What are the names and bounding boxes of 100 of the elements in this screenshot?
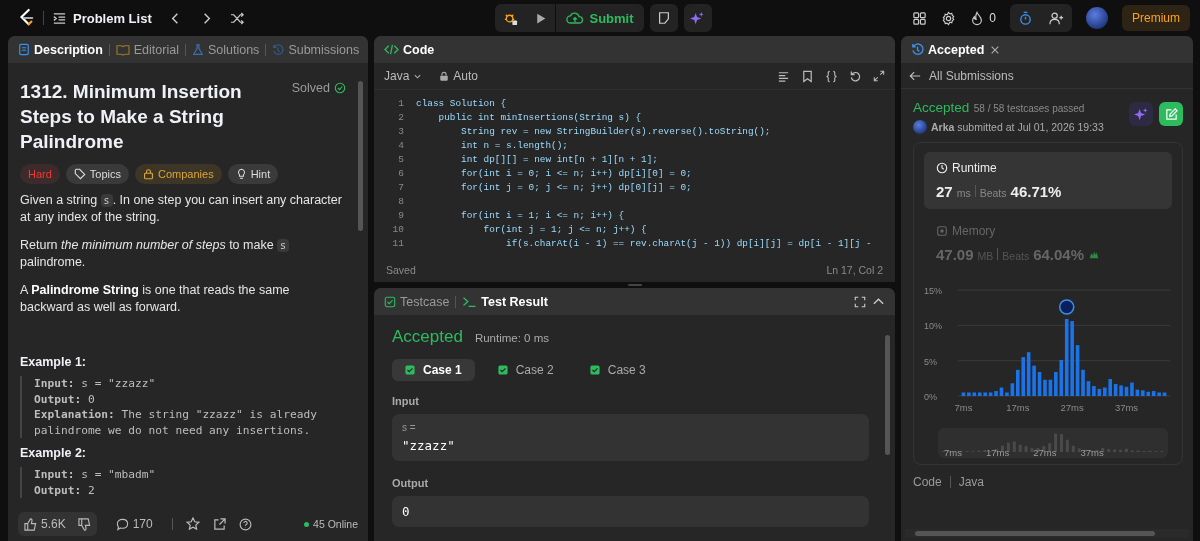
panel-tab[interactable]: Solutions: [191, 42, 260, 57]
comments-button[interactable]: 170: [109, 517, 159, 531]
shuffle-icon[interactable]: [229, 10, 245, 26]
panel-tab[interactable]: Testcase: [384, 294, 450, 309]
histogram-bar[interactable]: [1026, 352, 1031, 396]
field-label: Input: [392, 395, 420, 407]
sparkle-icon: [1133, 106, 1149, 122]
histogram-bar[interactable]: [1086, 381, 1091, 396]
code-line: String rev = new StringBuilder(s).reverse().toString();: [460, 125, 772, 139]
histogram-bar[interactable]: [1075, 345, 1080, 396]
histogram-bar[interactable]: [1097, 388, 1102, 396]
histogram-bar[interactable]: [1059, 359, 1064, 396]
language-dropdown[interactable]: Java: [384, 69, 423, 83]
all-submissions-link[interactable]: All Submissions: [901, 63, 1193, 89]
histogram-bar[interactable]: [1113, 384, 1118, 396]
scrollbar[interactable]: [905, 529, 1189, 538]
histogram-bar[interactable]: [1130, 382, 1134, 396]
histogram-bar[interactable]: [1037, 371, 1042, 396]
beats-label: Beats: [979, 187, 1007, 199]
histogram-bar[interactable]: [1021, 357, 1026, 396]
premium-button[interactable]: Premium: [1122, 5, 1190, 31]
help-icon[interactable]: [238, 517, 252, 531]
case-tab[interactable]: Case 1: [392, 359, 475, 381]
fullscreen-icon[interactable]: [854, 295, 866, 308]
online-count: 45 Online: [304, 518, 358, 530]
histogram-bar[interactable]: [988, 392, 993, 396]
result-status: Accepted: [392, 327, 463, 347]
histogram-bar[interactable]: [1119, 385, 1123, 396]
close-icon[interactable]: [990, 44, 1001, 55]
histogram-bar[interactable]: [1043, 379, 1047, 396]
tag-chip[interactable]: Hard: [20, 164, 60, 184]
expand-icon[interactable]: [873, 70, 885, 82]
beats-percent: 46.71%: [1010, 183, 1062, 200]
variable-name: s =: [402, 422, 417, 433]
layout-icon[interactable]: [912, 10, 928, 26]
solved-status: Solved: [291, 81, 330, 95]
line-number: 11: [391, 237, 404, 251]
code-icon: [384, 43, 399, 56]
tag-chip[interactable]: Hint: [227, 164, 279, 184]
histogram-bar[interactable]: [983, 392, 987, 396]
flame-icon[interactable]: [970, 10, 985, 26]
bookmark-icon[interactable]: [801, 69, 814, 83]
histogram-bar[interactable]: [967, 392, 971, 396]
histogram-bar[interactable]: [1162, 392, 1167, 396]
note-button[interactable]: [649, 4, 678, 32]
histogram-bar[interactable]: [1151, 391, 1156, 396]
code-line: for(int i = 1; i <= n; i++) {: [460, 209, 626, 223]
braces-icon[interactable]: [825, 69, 838, 83]
tag-chip[interactable]: Companies: [135, 164, 222, 184]
sparkle-button[interactable]: [683, 4, 712, 32]
output-value: 0: [402, 504, 411, 519]
histogram-bar[interactable]: [1064, 318, 1069, 396]
example-line: Explanation: The string "zzazz" is already palindrome we do not need any insertions.: [34, 407, 318, 438]
panel-tab[interactable]: Test Result: [462, 294, 548, 309]
share-icon[interactable]: [212, 517, 226, 531]
histogram-bar[interactable]: [1102, 387, 1107, 396]
code-line: if(s.charAt(i - 1) == rev.charAt(j - 1)) dp[i][j] = dp[i - 1][j -: [505, 237, 872, 251]
histogram-bar[interactable]: [961, 392, 966, 396]
panel-tab[interactable]: Submissions: [272, 42, 360, 57]
beats-percent: 64.04%: [1033, 246, 1085, 263]
histogram-bar[interactable]: [1157, 392, 1161, 396]
document-icon: [18, 43, 30, 56]
auto-mode[interactable]: Auto: [439, 69, 479, 83]
sparkle-button[interactable]: [1129, 102, 1153, 126]
star-icon[interactable]: [185, 517, 200, 531]
settings-icon[interactable]: [941, 10, 957, 26]
format-icon[interactable]: [777, 69, 790, 83]
list-icon[interactable]: [52, 10, 67, 26]
histogram-bar[interactable]: [1081, 369, 1085, 396]
histogram-bar[interactable]: [972, 392, 977, 396]
histogram-bar[interactable]: [1124, 386, 1129, 396]
thumbs-down-icon: [77, 517, 91, 531]
avatar: [913, 120, 927, 134]
x-tick-label: 37ms: [1114, 402, 1139, 413]
y-tick-label: 0%: [924, 392, 937, 402]
check-icon: [405, 365, 415, 375]
y-tick-label: 5%: [924, 356, 937, 367]
case-tab[interactable]: Case 3: [576, 359, 659, 381]
histogram-bar[interactable]: [1016, 369, 1020, 396]
line-number: 1: [397, 97, 404, 111]
histogram-bar[interactable]: [1054, 371, 1058, 396]
histogram-bar[interactable]: [1141, 390, 1145, 396]
tag-chip[interactable]: Topics: [65, 164, 130, 184]
range-navigator[interactable]: 7ms 17ms 27ms 37ms: [938, 428, 1168, 458]
case-tab[interactable]: Case 2: [484, 359, 567, 381]
histogram-bar[interactable]: [977, 392, 982, 396]
reset-icon[interactable]: [849, 69, 862, 83]
histogram-bar[interactable]: [1135, 389, 1140, 396]
panel-tab[interactable]: Description: [18, 42, 103, 57]
problem-list-link[interactable]: Problem List: [73, 10, 152, 26]
histogram-bar[interactable]: [1146, 391, 1151, 396]
submission-status: Accepted: [913, 100, 970, 115]
histogram-bar[interactable]: [1048, 379, 1053, 396]
metric-card[interactable]: Runtime 27 ms Beats 46.71%: [924, 152, 1172, 209]
histogram-bar[interactable]: [1005, 392, 1009, 396]
edit-button[interactable]: [1159, 102, 1183, 126]
avatar[interactable]: [1086, 7, 1108, 29]
histogram-bar[interactable]: [1032, 365, 1036, 396]
panel-tab[interactable]: Editorial: [115, 42, 179, 57]
logo-icon[interactable]: [17, 8, 35, 28]
